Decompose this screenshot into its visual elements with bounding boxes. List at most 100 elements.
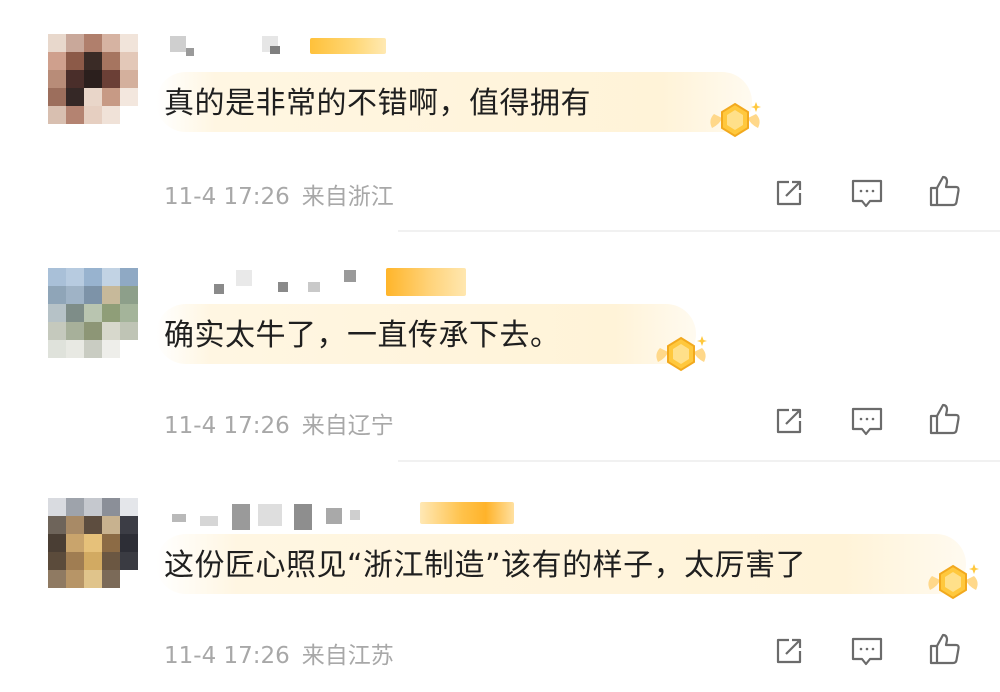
avatar-mosaic-cell [102, 268, 120, 286]
avatar-mosaic-cell [66, 552, 84, 570]
avatar-mosaic-cell [66, 286, 84, 304]
comment-button[interactable] [848, 174, 886, 212]
comment-location: 来自江苏 [301, 643, 394, 669]
avatar-mosaic-cell [102, 340, 120, 358]
avatar-mosaic-cell [48, 304, 66, 322]
avatar-mosaic-cell [48, 286, 66, 304]
avatar-mosaic-cell [84, 498, 102, 516]
comment-time: 11-4 17:26 [164, 184, 290, 210]
avatar-mosaic-cell [84, 322, 102, 340]
avatar-mosaic-cell [66, 106, 84, 124]
avatar-mosaic-cell [120, 70, 138, 88]
avatar-mosaic-cell [84, 340, 102, 358]
comment-item: 确实太牛了，一直传承下去。 11-4 17:26 来自辽宁 [0, 230, 1000, 460]
avatar-mosaic-cell [84, 268, 102, 286]
avatar-mosaic-cell [48, 34, 66, 52]
repost-button[interactable] [770, 632, 808, 670]
comment-item: 真的是非常的不错啊，值得拥有 11-4 17:26 来自浙江 [0, 0, 1000, 230]
medal-icon [656, 336, 707, 372]
avatar-mosaic-cell [120, 286, 138, 304]
avatar-mosaic-cell [48, 516, 66, 534]
avatar-mosaic-cell [102, 106, 120, 124]
avatar-mosaic-cell [84, 52, 102, 70]
avatar-mosaic-cell [102, 304, 120, 322]
vip-badge [310, 38, 386, 54]
avatar-mosaic-cell [48, 322, 66, 340]
avatar-mosaic-cell [66, 268, 84, 286]
divider [398, 460, 1000, 462]
avatar[interactable] [48, 268, 138, 358]
avatar-mosaic-cell [102, 286, 120, 304]
avatar-mosaic-cell [66, 516, 84, 534]
avatar-mosaic-cell [84, 286, 102, 304]
comment-button[interactable] [848, 632, 886, 670]
repost-icon [776, 638, 802, 664]
avatar-mosaic-cell [120, 88, 138, 106]
comment-text: 确实太牛了，一直传承下去。 [164, 318, 561, 353]
avatar-mosaic-cell [102, 498, 120, 516]
like-button[interactable] [926, 630, 964, 668]
vip-badge [420, 502, 514, 524]
avatar-mosaic-cell [102, 70, 120, 88]
avatar-mosaic-cell [84, 570, 102, 588]
avatar-mosaic-cell [66, 34, 84, 52]
avatar-mosaic-cell [120, 498, 138, 516]
avatar-mosaic-cell [66, 322, 84, 340]
avatar-mosaic-cell [66, 498, 84, 516]
avatar-mosaic-cell [84, 534, 102, 552]
comment-time: 11-4 17:26 [164, 413, 290, 439]
avatar-mosaic-cell [66, 534, 84, 552]
username-blurred[interactable] [166, 36, 286, 56]
comment-button[interactable] [848, 402, 886, 440]
avatar-mosaic-cell [66, 340, 84, 358]
avatar-mosaic-cell [102, 516, 120, 534]
avatar-mosaic-cell [48, 552, 66, 570]
avatar-mosaic-cell [84, 516, 102, 534]
divider [398, 230, 1000, 232]
avatar-mosaic-cell [120, 52, 138, 70]
avatar-mosaic-cell [102, 322, 120, 340]
username-blurred[interactable] [166, 504, 362, 530]
avatar-mosaic-cell [48, 52, 66, 70]
avatar-mosaic-cell [66, 570, 84, 588]
avatar-mosaic-cell [120, 570, 138, 588]
vip-badge [386, 268, 466, 296]
username-blurred[interactable] [214, 270, 360, 294]
avatar-mosaic-cell [120, 304, 138, 322]
avatar-mosaic-cell [48, 534, 66, 552]
comment-icon [851, 179, 883, 208]
like-icon [929, 403, 960, 435]
avatar-mosaic-cell [66, 70, 84, 88]
comment-location: 来自浙江 [301, 184, 394, 210]
avatar-mosaic-cell [120, 268, 138, 286]
comment-text: 真的是非常的不错啊，值得拥有 [164, 86, 591, 121]
avatar-mosaic-cell [102, 52, 120, 70]
avatar-mosaic-cell [102, 552, 120, 570]
avatar-mosaic-cell [102, 534, 120, 552]
repost-button[interactable] [770, 402, 808, 440]
medal-icon [928, 564, 979, 600]
avatar-mosaic-cell [48, 268, 66, 286]
comment-time: 11-4 17:26 [164, 643, 290, 669]
avatar[interactable] [48, 34, 138, 124]
avatar[interactable] [48, 498, 138, 588]
avatar-mosaic-cell [84, 88, 102, 106]
avatar-mosaic-cell [102, 34, 120, 52]
avatar-mosaic-cell [102, 570, 120, 588]
comment-icon [851, 407, 883, 436]
avatar-mosaic-cell [48, 88, 66, 106]
like-button[interactable] [926, 400, 964, 438]
avatar-mosaic-cell [66, 88, 84, 106]
comment-meta: 11-4 17:26 来自浙江 [164, 177, 394, 211]
avatar-mosaic-cell [102, 88, 120, 106]
avatar-mosaic-cell [48, 498, 66, 516]
avatar-mosaic-cell [48, 340, 66, 358]
like-button[interactable] [926, 172, 964, 210]
repost-button[interactable] [770, 174, 808, 212]
avatar-mosaic-cell [120, 106, 138, 124]
like-icon [929, 175, 960, 207]
avatar-mosaic-cell [120, 516, 138, 534]
avatar-mosaic-cell [66, 304, 84, 322]
avatar-mosaic-cell [48, 570, 66, 588]
avatar-mosaic-cell [84, 106, 102, 124]
